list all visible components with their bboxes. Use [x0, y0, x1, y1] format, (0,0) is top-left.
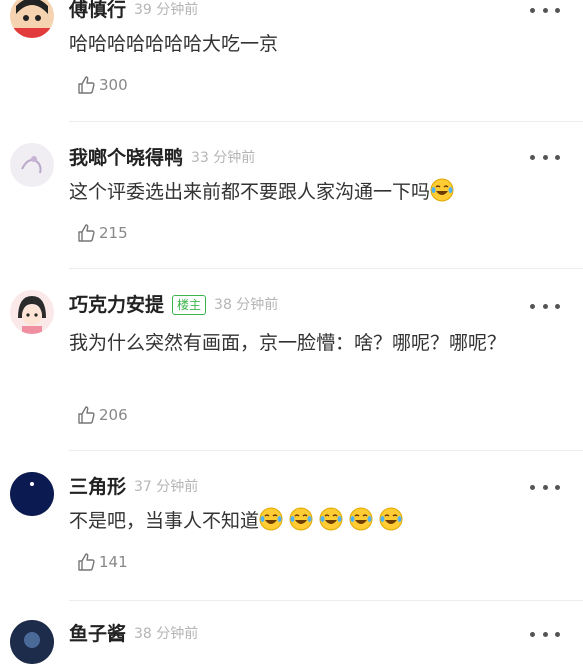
more-options-button[interactable]: [530, 298, 560, 314]
laughing-tears-emoji-icon: [289, 507, 313, 531]
like-count: 206: [99, 406, 128, 424]
username[interactable]: 我啷个晓得鸭: [69, 147, 183, 169]
more-dots-icon: [530, 631, 535, 637]
laughing-tears-emoji-icon: [430, 178, 454, 202]
thumbs-up-icon: [78, 553, 95, 571]
like-count: 215: [99, 224, 128, 242]
comment-text: 这个评委选出来前都不要跟人家沟通一下吗: [69, 176, 549, 208]
laughing-tears-emoji-icon: [349, 507, 373, 531]
avatar[interactable]: [10, 290, 54, 334]
comment-time: 38 分钟前: [134, 626, 199, 642]
like-button[interactable]: 300: [76, 75, 128, 95]
like-count: 300: [99, 76, 128, 94]
comment-time: 37 分钟前: [134, 479, 199, 495]
more-options-button[interactable]: [530, 2, 560, 18]
comment-text: 我为什么突然有画面，京一脸懵：啥？哪呢？哪呢？: [69, 332, 507, 354]
avatar[interactable]: [10, 620, 54, 664]
username[interactable]: 鱼子酱: [69, 623, 126, 645]
like-button[interactable]: 206: [76, 405, 128, 425]
emoji-row: [259, 507, 409, 532]
like-button[interactable]: 141: [76, 552, 128, 572]
thumbs-up-icon: [78, 406, 95, 424]
laughing-tears-emoji-icon: [379, 507, 403, 531]
more-dots-icon: [530, 484, 535, 490]
username[interactable]: 三角形: [69, 476, 126, 498]
more-options-button[interactable]: [530, 479, 560, 495]
comment-time: 38 分钟前: [214, 297, 279, 313]
divider: [69, 450, 583, 451]
more-dots-icon: [530, 303, 535, 309]
avatar[interactable]: [10, 0, 54, 38]
comment-time: 39 分钟前: [134, 2, 199, 18]
owner-badge: 楼主: [172, 295, 207, 315]
laughing-tears-emoji-icon: [319, 507, 343, 531]
more-dots-icon: [530, 7, 535, 13]
laughing-tears-emoji-icon: [259, 507, 283, 531]
username[interactable]: 巧克力安提: [69, 294, 164, 316]
avatar[interactable]: [10, 472, 54, 516]
thumbs-up-icon: [78, 224, 95, 242]
more-options-button[interactable]: [530, 626, 560, 642]
avatar[interactable]: [10, 143, 54, 187]
divider: [69, 600, 583, 601]
more-dots-icon: [530, 154, 535, 160]
divider: [69, 121, 583, 122]
like-count: 141: [99, 553, 128, 571]
divider: [69, 268, 583, 269]
comment-text: 哈哈哈哈哈哈哈大吃一京: [69, 33, 279, 55]
comment-time: 33 分钟前: [191, 150, 256, 166]
username[interactable]: 傅慎行: [69, 0, 126, 21]
comment-text: 不是吧，当事人不知道: [69, 505, 549, 537]
more-options-button[interactable]: [530, 149, 560, 165]
thumbs-up-icon: [78, 76, 95, 94]
like-button[interactable]: 215: [76, 223, 128, 243]
